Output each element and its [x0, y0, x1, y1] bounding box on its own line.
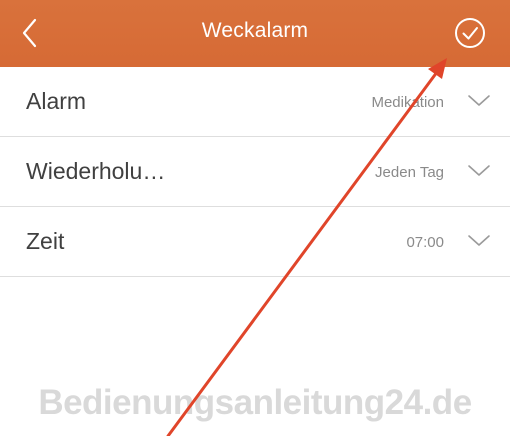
alarm-settings-screen: Weckalarm Alarm Medikation Wiederholu… J…: [0, 0, 510, 436]
time-value: 07:00: [406, 234, 444, 251]
chevron-down-icon[interactable]: [466, 163, 492, 179]
alarm-value: Medikation: [371, 94, 444, 111]
repeat-value: Jeden Tag: [375, 164, 444, 181]
repeat-label: Wiederholu…: [26, 158, 166, 184]
page-title: Weckalarm: [201, 19, 309, 42]
chevron-down-icon[interactable]: [466, 233, 492, 249]
alarm-label: Alarm: [26, 88, 87, 114]
chevron-down-icon[interactable]: [466, 93, 492, 109]
watermark: Bedienungsanleitung24.de: [38, 383, 472, 422]
time-label: Zeit: [26, 228, 65, 254]
navigation-bar: Weckalarm: [0, 0, 510, 67]
repeat-row[interactable]: Wiederholu… Jeden Tag: [0, 137, 510, 207]
time-row[interactable]: Zeit 07:00: [0, 207, 510, 277]
divider: [0, 276, 510, 277]
check-circle-icon[interactable]: [451, 14, 489, 52]
alarm-row[interactable]: Alarm Medikation: [0, 67, 510, 137]
